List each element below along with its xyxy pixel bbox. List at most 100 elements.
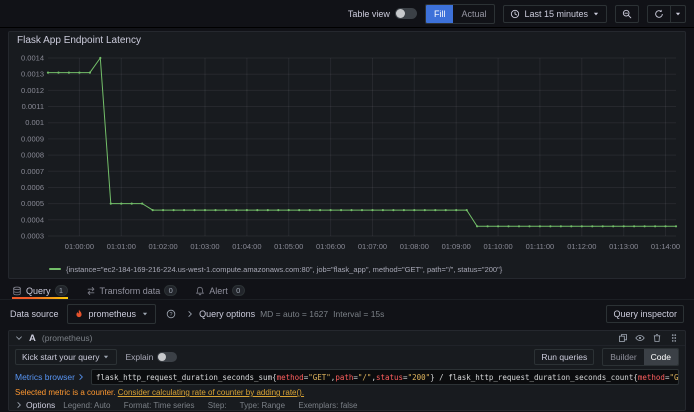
- refresh-button[interactable]: [647, 4, 670, 23]
- query-options-label: Query options: [199, 309, 256, 319]
- table-view-group: Table view: [348, 8, 417, 19]
- svg-text:0.0005: 0.0005: [21, 199, 44, 208]
- svg-text:01:10:00: 01:10:00: [483, 242, 512, 251]
- latency-chart[interactable]: 0.0014 0.0013 0.0012 0.0011 0.001 0.0009 0.000…: [12, 50, 682, 262]
- explain-label: Explain: [125, 351, 154, 362]
- drag-handle-icon[interactable]: [669, 333, 679, 343]
- legend-series-label[interactable]: {instance="ec2-184-169-216-224.us-west-1…: [66, 265, 502, 274]
- run-queries-button[interactable]: Run queries: [534, 348, 595, 365]
- metrics-browser-label: Metrics browser: [15, 372, 75, 382]
- zoom-out-button[interactable]: [615, 4, 639, 23]
- datasource-value: prometheus: [88, 309, 137, 319]
- datasource-label: Data source: [10, 309, 59, 319]
- database-icon: [12, 286, 22, 296]
- hide-response-eye-icon[interactable]: [635, 333, 645, 343]
- query-code-input[interactable]: flask_http_request_duration_seconds_sum{…: [90, 369, 679, 385]
- refresh-group: [647, 4, 686, 23]
- panel-size-radio-group: Fill Actual: [424, 3, 496, 24]
- panel-area: Flask App Endpoint Latency 0.0014 0.0013 0…: [0, 28, 694, 282]
- caret-down-icon: [102, 353, 110, 361]
- chevron-down-icon[interactable]: [15, 334, 23, 342]
- svg-text:01:14:00: 01:14:00: [651, 242, 680, 251]
- time-range-button[interactable]: Last 15 minutes: [503, 4, 607, 23]
- metrics-browser-button[interactable]: Metrics browser: [15, 372, 85, 382]
- kick-start-label: Kick start your query: [22, 351, 100, 362]
- svg-text:01:03:00: 01:03:00: [190, 242, 219, 251]
- svg-text:01:01:00: 01:01:00: [107, 242, 136, 251]
- topbar: Table view Fill Actual Last 15 minutes: [0, 0, 694, 28]
- svg-text:01:13:00: 01:13:00: [609, 242, 638, 251]
- svg-text:0.0004: 0.0004: [21, 215, 44, 224]
- tab-query-label: Query: [26, 285, 51, 296]
- query-inspector-button[interactable]: Query inspector: [606, 305, 684, 323]
- svg-text:01:06:00: 01:06:00: [316, 242, 345, 251]
- tab-transform-data[interactable]: Transform data 0: [86, 282, 178, 299]
- bell-icon: [195, 286, 205, 296]
- query-datasource-hint: (prometheus): [41, 333, 93, 343]
- duplicate-query-icon[interactable]: [618, 333, 628, 343]
- legend-series-swatch: [49, 268, 61, 270]
- explain-toggle[interactable]: [157, 351, 178, 362]
- chart-legend: {instance="ec2-184-169-216-224.us-west-1…: [9, 262, 685, 276]
- svg-text:01:00:00: 01:00:00: [65, 242, 94, 251]
- latency-panel: Flask App Endpoint Latency 0.0014 0.0013 0…: [8, 31, 686, 279]
- options-summary: Legend: Auto Format: Time series Step: T…: [63, 400, 358, 410]
- datasource-select[interactable]: prometheus: [66, 304, 157, 324]
- refresh-interval-button[interactable]: [670, 4, 686, 23]
- panel-title[interactable]: Flask App Endpoint Latency: [9, 32, 685, 50]
- max-datapoints-summary: MD = auto = 1627: [260, 309, 329, 319]
- svg-text:0.0012: 0.0012: [21, 86, 44, 95]
- tab-query[interactable]: Query 1: [12, 282, 68, 299]
- clock-icon: [510, 9, 520, 19]
- chevron-right-icon: [77, 373, 85, 381]
- prometheus-icon: [74, 309, 84, 319]
- query-options-row: Options Legend: Auto Format: Time series…: [9, 397, 685, 410]
- svg-text:01:07:00: 01:07:00: [358, 242, 387, 251]
- svg-text:01:05:00: 01:05:00: [274, 242, 303, 251]
- svg-text:0.0007: 0.0007: [21, 167, 44, 176]
- time-range-label: Last 15 minutes: [524, 8, 588, 19]
- datasource-help-button[interactable]: [164, 309, 178, 319]
- query-editor-card: A (prometheus) Kick start your query Exp…: [8, 330, 686, 411]
- query-options-toggle[interactable]: Query options MD = auto = 1627 Interval …: [186, 309, 384, 319]
- svg-text:01:09:00: 01:09:00: [442, 242, 471, 251]
- query-row-header: A (prometheus): [9, 331, 685, 346]
- caret-down-icon: [592, 10, 600, 18]
- svg-text:01:11:00: 01:11:00: [526, 242, 555, 251]
- toggle-knob: [395, 9, 405, 18]
- refresh-icon: [654, 9, 664, 19]
- tab-alert[interactable]: Alert 0: [195, 282, 245, 299]
- svg-text:01:12:00: 01:12:00: [567, 242, 596, 251]
- options-toggle[interactable]: Options: [15, 400, 55, 410]
- kick-start-query-button[interactable]: Kick start your query: [15, 348, 118, 365]
- code-button[interactable]: Code: [643, 348, 678, 365]
- svg-text:0.0008: 0.0008: [21, 151, 44, 160]
- remove-query-trash-icon[interactable]: [652, 333, 662, 343]
- options-label: Options: [26, 400, 56, 410]
- svg-text:01:02:00: 01:02:00: [148, 242, 177, 251]
- search-minus-icon: [622, 9, 632, 19]
- editor-tabs: Query 1 Transform data 0 Alert 0: [0, 282, 694, 300]
- transform-count-badge: 0: [164, 285, 178, 296]
- table-view-toggle[interactable]: [394, 8, 417, 19]
- chevron-right-icon: [15, 401, 23, 409]
- svg-text:0.0011: 0.0011: [22, 102, 44, 111]
- table-view-label: Table view: [347, 8, 390, 19]
- chevron-right-icon: [186, 310, 194, 318]
- counter-hint-text: Selected metric is a counter.: [15, 388, 116, 397]
- svg-text:0.0013: 0.0013: [21, 70, 44, 79]
- builder-button[interactable]: Builder: [603, 349, 643, 365]
- query-code-row: Metrics browser flask_http_request_durat…: [9, 367, 685, 387]
- explain-group: Explain: [125, 351, 178, 362]
- svg-text:01:04:00: 01:04:00: [232, 242, 261, 251]
- transform-icon: [86, 286, 96, 296]
- query-ref-id[interactable]: A: [29, 333, 36, 344]
- question-circle-icon: [166, 309, 176, 319]
- builder-code-toggle: Builder Code: [602, 347, 679, 366]
- svg-text:01:08:00: 01:08:00: [400, 242, 429, 251]
- add-rate-hint-link[interactable]: Consider calculating rate of counter by …: [118, 388, 304, 397]
- actual-button[interactable]: Actual: [453, 5, 494, 23]
- query-toolbar-row: Kick start your query Explain Run querie…: [9, 346, 685, 367]
- fill-button[interactable]: Fill: [425, 4, 454, 23]
- caret-down-icon: [674, 10, 682, 18]
